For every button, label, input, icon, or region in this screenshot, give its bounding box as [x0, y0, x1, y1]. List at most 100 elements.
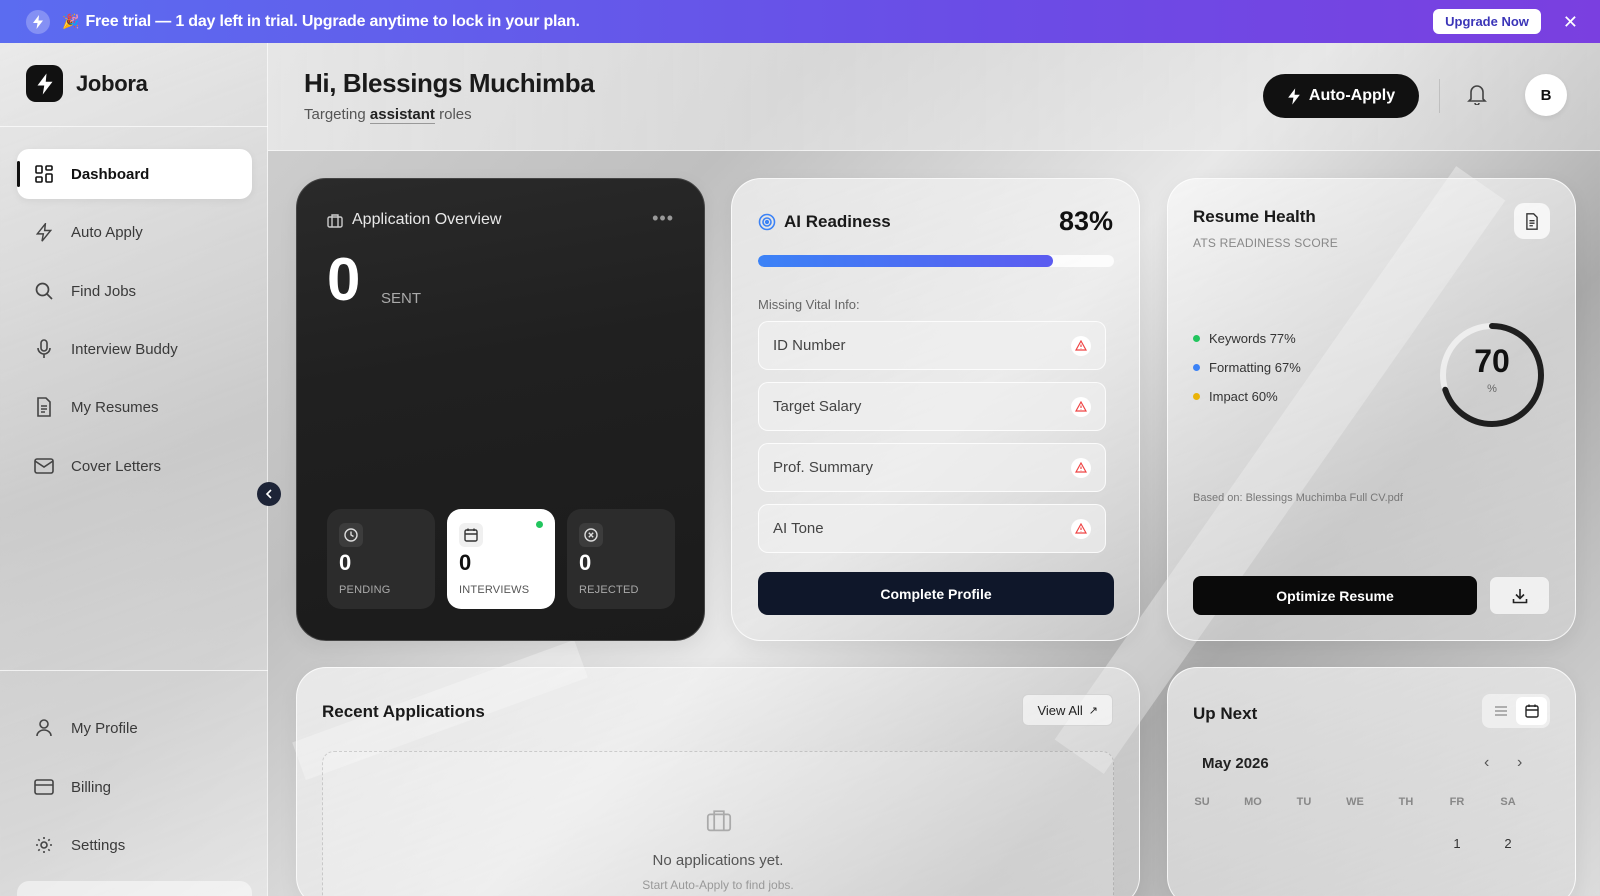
weekday-label: WE — [1346, 796, 1364, 808]
legend-dot — [1193, 364, 1200, 371]
sidebar-item-cover-letters[interactable]: Cover Letters — [17, 441, 252, 491]
stat-rejected[interactable]: 0 REJECTED — [567, 509, 675, 609]
empty-subtitle: Start Auto-Apply to find jobs. — [642, 878, 794, 892]
warning-icon — [1071, 457, 1091, 478]
weekday-label: SU — [1194, 796, 1210, 808]
sidebar-item-my-profile[interactable]: My Profile — [17, 703, 252, 753]
sidebar-item-billing[interactable]: Billing — [17, 762, 252, 812]
overview-title: Application Overview — [352, 211, 502, 228]
legend-dot — [1193, 335, 1200, 342]
briefcase-icon — [327, 213, 343, 228]
stat-value: 0 — [339, 550, 352, 575]
sidebar-item-find-jobs[interactable]: Find Jobs — [17, 266, 252, 316]
sidebar-item-settings[interactable]: Settings — [17, 820, 252, 870]
close-icon[interactable]: ✕ — [1563, 13, 1578, 31]
trial-message: Free trial — 1 day left in trial. Upgrad… — [85, 12, 580, 30]
calendar-month: May 2026 — [1202, 755, 1269, 772]
sidebar-item-label: Settings — [71, 836, 126, 854]
target-role[interactable]: assistant — [369, 106, 435, 124]
complete-profile-button[interactable]: Complete Profile — [758, 572, 1114, 615]
target-icon — [758, 213, 776, 231]
sidebar-item-label: Interview Buddy — [71, 340, 178, 358]
stat-pending[interactable]: 0 PENDING — [327, 509, 435, 609]
stat-value: 0 — [579, 550, 592, 575]
divider — [1439, 79, 1440, 113]
card-title: Recent Applications — [322, 702, 485, 721]
document-icon[interactable] — [1514, 203, 1550, 239]
missing-item-label: Target Salary — [773, 398, 862, 415]
missing-item-label: Prof. Summary — [773, 459, 874, 476]
missing-item-label: ID Number — [773, 337, 846, 354]
stat-interviews[interactable]: 0 INTERVIEWS — [447, 509, 555, 609]
metric-label: Formatting 67% — [1209, 360, 1301, 375]
trial-banner: 🎉 Free trial — 1 day left in trial. Upgr… — [0, 0, 1600, 43]
clock-icon — [339, 523, 363, 547]
resume-health-card: Resume Health ATS READINESS SCORE Keywor… — [1167, 178, 1576, 641]
bell-icon[interactable] — [1467, 83, 1487, 105]
user-icon — [34, 718, 54, 738]
missing-item[interactable]: Target Salary — [758, 382, 1106, 431]
score-value: 70 — [1474, 343, 1510, 379]
view-toggle — [1482, 694, 1550, 728]
stat-label: INTERVIEWS — [459, 584, 530, 596]
stat-value: 0 — [459, 550, 472, 575]
card-title: Resume Health — [1193, 207, 1316, 226]
card-subtitle: ATS READINESS SCORE — [1193, 236, 1338, 250]
divider — [0, 126, 268, 127]
sidebar-item-interview-buddy[interactable]: Interview Buddy — [17, 324, 252, 374]
sidebar-item-label: Find Jobs — [71, 282, 137, 300]
sidebar-item-dashboard[interactable]: Dashboard — [17, 149, 252, 199]
mic-icon — [34, 339, 54, 359]
weekday-label: FR — [1449, 796, 1465, 808]
readiness-title: AI Readiness — [784, 212, 891, 231]
sent-count: 0 — [327, 246, 361, 313]
auto-apply-button[interactable]: Auto-Apply — [1263, 74, 1419, 118]
weekday-label: SA — [1500, 796, 1516, 808]
more-options-icon[interactable]: ••• — [652, 208, 674, 229]
briefcase-icon — [705, 808, 733, 832]
missing-item[interactable]: AI Tone — [758, 504, 1106, 553]
target-roles: Targeting assistant roles — [304, 106, 472, 124]
x-circle-icon — [579, 523, 603, 547]
collapse-sidebar-button[interactable] — [257, 482, 281, 506]
auto-apply-label: Auto-Apply — [1308, 87, 1396, 104]
calendar-day[interactable]: 1 — [1439, 836, 1475, 851]
gear-icon — [34, 835, 54, 855]
download-icon — [1512, 588, 1527, 603]
sidebar-item-label: My Resumes — [71, 398, 159, 416]
logo-icon — [26, 65, 63, 102]
page-header: Hi, Blessings Muchimba Targeting assista… — [268, 43, 1600, 151]
missing-item[interactable]: ID Number — [758, 321, 1106, 370]
view-all-button[interactable]: View All ↗ — [1022, 694, 1113, 726]
warning-icon — [1071, 335, 1091, 356]
brand-name: Jobora — [76, 70, 148, 96]
bolt-icon — [34, 222, 54, 242]
calendar-view-icon[interactable] — [1516, 697, 1547, 725]
avatar[interactable]: B — [1525, 74, 1567, 116]
sidebar-item-label: Dashboard — [71, 165, 150, 183]
sidebar: Jobora Dashboard Auto Apply Find Jobs In… — [0, 43, 268, 896]
upgrade-now-button[interactable]: Upgrade Now — [1433, 9, 1541, 34]
chevron-right-icon[interactable]: › — [1517, 754, 1522, 772]
missing-info-label: Missing Vital Info: — [758, 297, 860, 312]
ats-score-gauge: 70 % — [1436, 319, 1548, 431]
sidebar-item-my-resumes[interactable]: My Resumes — [17, 382, 252, 432]
warning-icon — [1071, 518, 1091, 539]
chevron-left-icon[interactable]: ‹ — [1484, 754, 1489, 772]
party-icon: 🎉 — [62, 13, 80, 29]
sidebar-item-label: Billing — [71, 778, 112, 796]
weekday-label: MO — [1244, 796, 1262, 808]
readiness-progress-bar — [758, 255, 1114, 267]
optimize-resume-button[interactable]: Optimize Resume — [1193, 576, 1477, 615]
card-title: Application Overview — [327, 211, 501, 229]
list-view-icon[interactable] — [1485, 697, 1516, 725]
ai-readiness-card: AI Readiness 83% Missing Vital Info: ID … — [731, 178, 1140, 641]
metric-formatting: Formatting 67% — [1193, 360, 1301, 375]
brand[interactable]: Jobora — [26, 65, 148, 102]
divider — [0, 670, 268, 671]
calendar-day[interactable]: 2 — [1490, 836, 1526, 851]
missing-item[interactable]: Prof. Summary — [758, 443, 1106, 492]
sidebar-item-auto-apply[interactable]: Auto Apply — [17, 207, 252, 257]
download-button[interactable] — [1489, 576, 1550, 615]
recent-applications-card: Recent Applications View All ↗ No applic… — [296, 667, 1140, 896]
